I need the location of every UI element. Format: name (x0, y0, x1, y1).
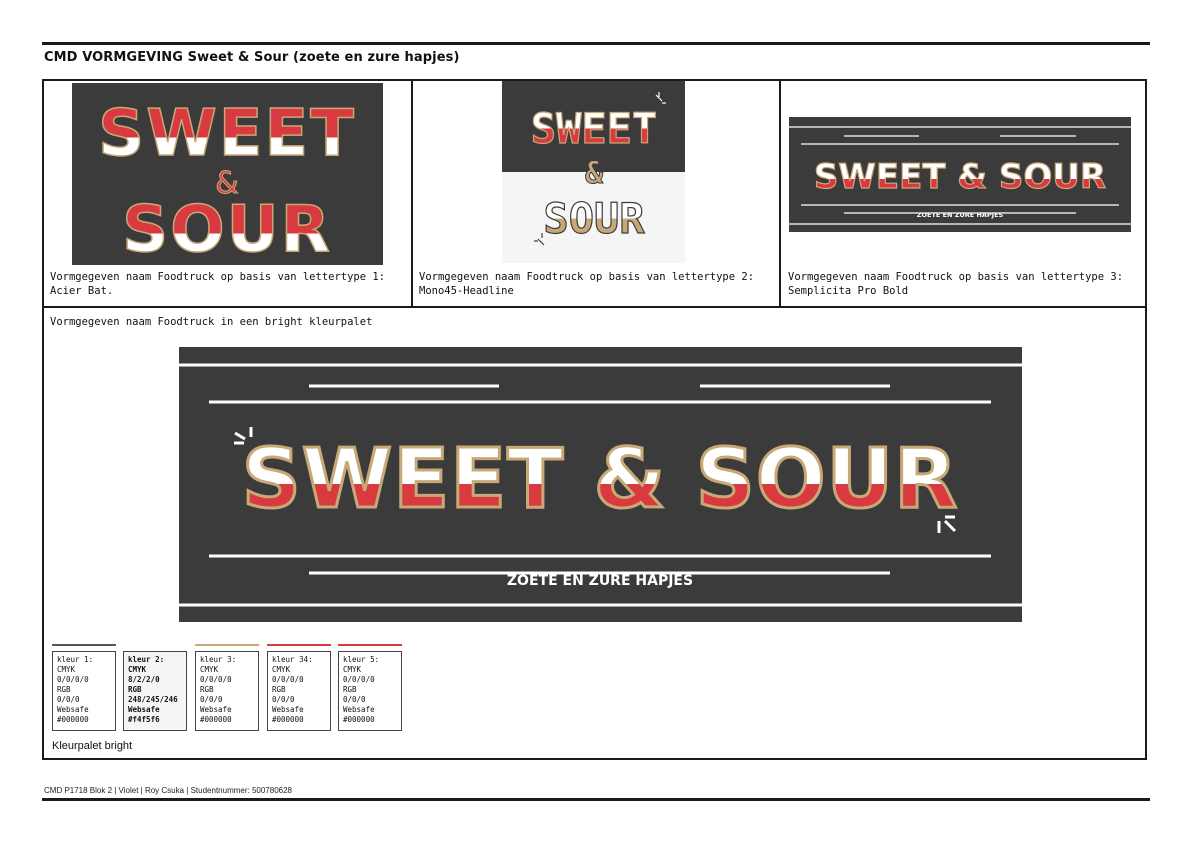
panel3-caption-line1: Vormgegeven naam Foodtruck op basis van … (788, 271, 1124, 283)
swatch-5-rgb: 0/0/0 (343, 695, 366, 704)
swatch-5-rgb-label: RGB (343, 685, 357, 694)
logo3-tagline: ZOETE EN ZURE HAPJES (917, 211, 1004, 219)
swatch-1: kleur 1: CMYK 0/0/0/0 RGB 0/0/0 Websafe … (52, 651, 116, 731)
swatch-5-cmyk: 0/0/0/0 (343, 675, 375, 684)
swatch-5-websafe-label: Websafe (343, 705, 375, 714)
swatch-4-title: kleur 34: (272, 655, 313, 664)
swatch-3-websafe-label: Websafe (200, 705, 232, 714)
panel2-caption: Vormgegeven naam Foodtruck op basis van … (419, 270, 754, 298)
panel1-caption-line2: Acier Bat. (50, 285, 114, 297)
swatch-5: kleur 5: CMYK 0/0/0/0 RGB 0/0/0 Websafe … (338, 651, 402, 731)
swatch-4-websafe-label: Websafe (272, 705, 304, 714)
swatch-3: kleur 3: CMYK 0/0/0/0 RGB 0/0/0 Websafe … (195, 651, 259, 731)
swatch-bar-1 (52, 644, 116, 646)
swatch-3-cmyk-label: CMYK (200, 665, 219, 674)
swatch-1-rgb-label: RGB (57, 685, 71, 694)
swatch-2-websafe-label: Websafe (128, 705, 160, 714)
swatch-1-rgb: 0/0/0 (57, 695, 80, 704)
swatch-4-cmyk-label: CMYK (272, 665, 291, 674)
bright-section-label: Vormgegeven naam Foodtruck in een bright… (50, 316, 373, 328)
divider-2 (779, 79, 781, 307)
bright-wordmark: SWEET & SOUR (242, 432, 959, 527)
swatch-3-rgb: 0/0/0 (200, 695, 223, 704)
divider-1 (411, 79, 413, 307)
page-title: CMD VORMGEVING Sweet & Sour (zoete en zu… (44, 50, 460, 65)
logo3-wordmark: SWEET & SOUR (814, 157, 1106, 197)
logo2-sour: SOUR (543, 194, 645, 243)
swatch-3-rgb-label: RGB (200, 685, 214, 694)
swatch-5-hex: #000000 (343, 715, 375, 724)
swatch-bar-5 (338, 644, 402, 646)
footer: CMD P1718 Blok 2 | Violet | Roy Csuka | … (44, 786, 292, 795)
swatch-4-rgb: 0/0/0 (272, 695, 295, 704)
top-rule (42, 42, 1150, 45)
swatch-2-rgb-label: RGB (128, 685, 142, 694)
logo1-sour: SOUR (122, 193, 332, 267)
swatch-5-title: kleur 5: (343, 655, 380, 664)
swatch-4: kleur 34: CMYK 0/0/0/0 RGB 0/0/0 Websafe… (267, 651, 331, 731)
swatch-2-rgb: 248/245/246 (128, 695, 178, 704)
swatch-bar-3 (195, 644, 259, 646)
swatch-2: kleur 2: CMYK 8/2/2/0 RGB 248/245/246 We… (123, 651, 187, 731)
swatch-3-cmyk: 0/0/0/0 (200, 675, 232, 684)
panel2-caption-line1: Vormgegeven naam Foodtruck op basis van … (419, 271, 755, 283)
logo-acier-bat: SWEET & SOUR (72, 83, 383, 268)
logo-mono45: SWEET & SOUR (502, 81, 685, 263)
swatch-3-hex: #000000 (200, 715, 232, 724)
swatch-2-hex: #f4f5f6 (128, 715, 160, 724)
swatch-bar-4 (267, 644, 331, 646)
logo2-sweet: SWEET (531, 104, 657, 153)
logo-bright-large: SWEET & SOUR ZOETE EN ZURE HAPJES (179, 347, 1022, 622)
swatch-4-hex: #000000 (272, 715, 304, 724)
bright-tagline: ZOETE EN ZURE HAPJES (507, 573, 693, 589)
panel3-caption: Vormgegeven naam Foodtruck op basis van … (788, 270, 1123, 298)
bottom-rule (42, 798, 1150, 801)
logo-semplicita: SWEET & SOUR ZOETE EN ZURE HAPJES (789, 117, 1131, 232)
swatch-1-cmyk-label: CMYK (57, 665, 76, 674)
panel3-caption-line2: Semplicita Pro Bold (788, 285, 909, 297)
swatch-2-cmyk: 8/2/2/0 (128, 675, 160, 684)
swatch-bar-2 (123, 644, 187, 646)
swatch-2-cmyk-label: CMYK (128, 665, 147, 674)
panel1-caption: Vormgegeven naam Foodtruck op basis van … (50, 270, 385, 298)
swatch-3-title: kleur 3: (200, 655, 237, 664)
palette-label: Kleurpalet bright (52, 740, 133, 752)
swatch-5-cmyk-label: CMYK (343, 665, 362, 674)
row-divider (42, 306, 1147, 308)
swatch-2-title: kleur 2: (128, 655, 165, 664)
swatch-1-title: kleur 1: (57, 655, 94, 664)
swatch-1-hex: #000000 (57, 715, 89, 724)
swatch-4-rgb-label: RGB (272, 685, 286, 694)
panel1-caption-line1: Vormgegeven naam Foodtruck op basis van … (50, 271, 386, 283)
swatch-4-cmyk: 0/0/0/0 (272, 675, 304, 684)
logo1-sweet: SWEET (98, 97, 356, 171)
swatch-1-websafe-label: Websafe (57, 705, 89, 714)
swatch-1-cmyk: 0/0/0/0 (57, 675, 89, 684)
logo2-ampersand: & (585, 156, 604, 191)
logo2-spark-top (655, 92, 666, 104)
panel2-caption-line2: Mono45-Headline (419, 285, 514, 297)
